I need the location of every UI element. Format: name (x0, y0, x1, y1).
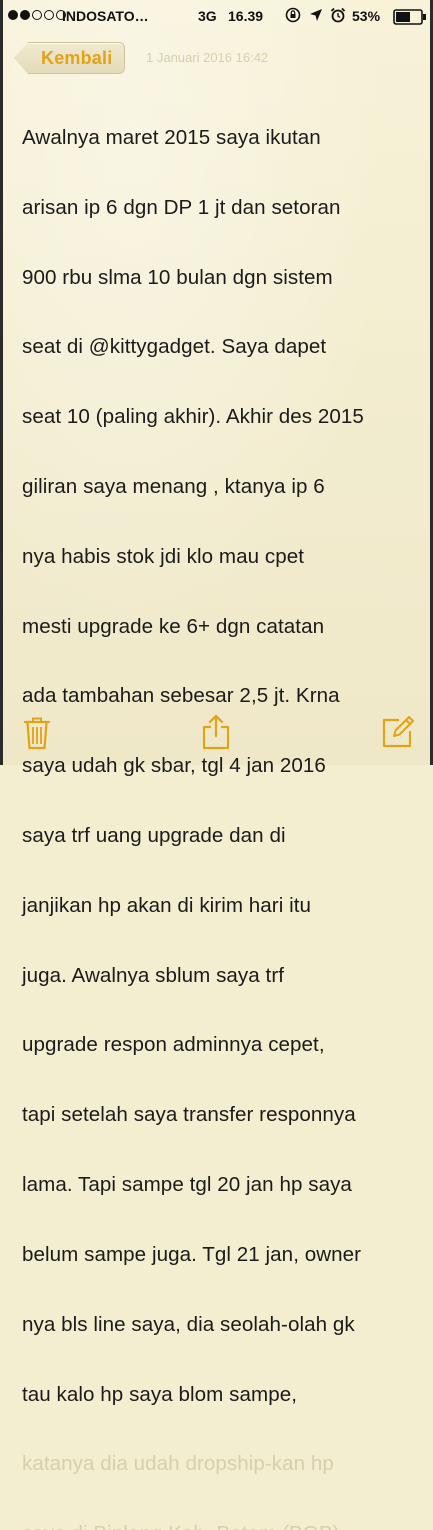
note-line: arisan ip 6 dgn DP 1 jt dan setoran (22, 195, 341, 219)
note-body-text[interactable]: Awalnya maret 2015 saya ikutan arisan ip… (22, 86, 422, 1530)
back-button-label: Kembali (41, 47, 113, 68)
note-line: seat 10 (paling akhir). Akhir des 2015 (22, 405, 364, 429)
signal-strength-icon (8, 10, 66, 20)
back-button[interactable]: Kembali (14, 42, 126, 74)
share-icon[interactable] (202, 714, 230, 750)
note-line: giliran saya menang , ktanya ip 6 (22, 474, 325, 498)
signal-dot (20, 10, 30, 20)
rotation-lock-icon (285, 7, 301, 23)
note-line: belum sampe juga. Tgl 21 jan, owner (22, 1242, 362, 1266)
note-line: lama. Tapi sampe tgl 20 jan hp saya (22, 1173, 352, 1197)
note-line: Awalnya maret 2015 saya ikutan (22, 125, 321, 149)
note-line: mesti upgrade ke 6+ dgn catatan (22, 614, 325, 638)
battery-icon (393, 9, 426, 25)
note-line: tau kalo hp saya blom sampe, (22, 1382, 297, 1406)
note-date: 1 Januari 2016 16:42 (146, 50, 269, 65)
signal-dot (44, 10, 54, 20)
status-bar: INDOSATO… 3G 16.39 53% (0, 0, 433, 32)
clock-time: 16.39 (228, 8, 264, 24)
note-line: seat di @kittygadget. Saya dapet (22, 335, 327, 359)
note-line: saya trf uang upgrade dan di (22, 824, 286, 848)
note-line: tapi setelah saya transfer responnya (22, 1103, 356, 1127)
location-arrow-icon (310, 9, 322, 21)
bottom-toolbar (0, 700, 433, 765)
signal-dot (32, 10, 42, 20)
signal-dot (8, 10, 18, 20)
note-line: nya bls line saya, dia seolah-olah gk (22, 1312, 355, 1336)
alarm-clock-icon (330, 7, 346, 23)
note-line: nya habis stok jdi klo mau cpet (22, 544, 304, 568)
battery-percentage: 53% (352, 8, 381, 24)
note-line-faded: katanya dia udah dropship-kan hp (22, 1452, 334, 1476)
note-line: janjikan hp akan di kirim hari itu (22, 893, 312, 917)
note-line: 900 rbu slma 10 bulan dgn sistem (22, 265, 333, 289)
note-line: upgrade respon adminnya cepet, (22, 1033, 325, 1057)
screen-frame-left (0, 0, 3, 765)
note-line: juga. Awalnya sblum saya trf (22, 963, 285, 987)
carrier-name: INDOSATO… (62, 8, 149, 24)
network-type: 3G (198, 8, 217, 24)
note-line-faded: saya di Binlang Kab. Batam (BGB) (22, 1517, 422, 1530)
compose-icon[interactable] (382, 716, 414, 748)
trash-icon[interactable] (24, 716, 50, 750)
